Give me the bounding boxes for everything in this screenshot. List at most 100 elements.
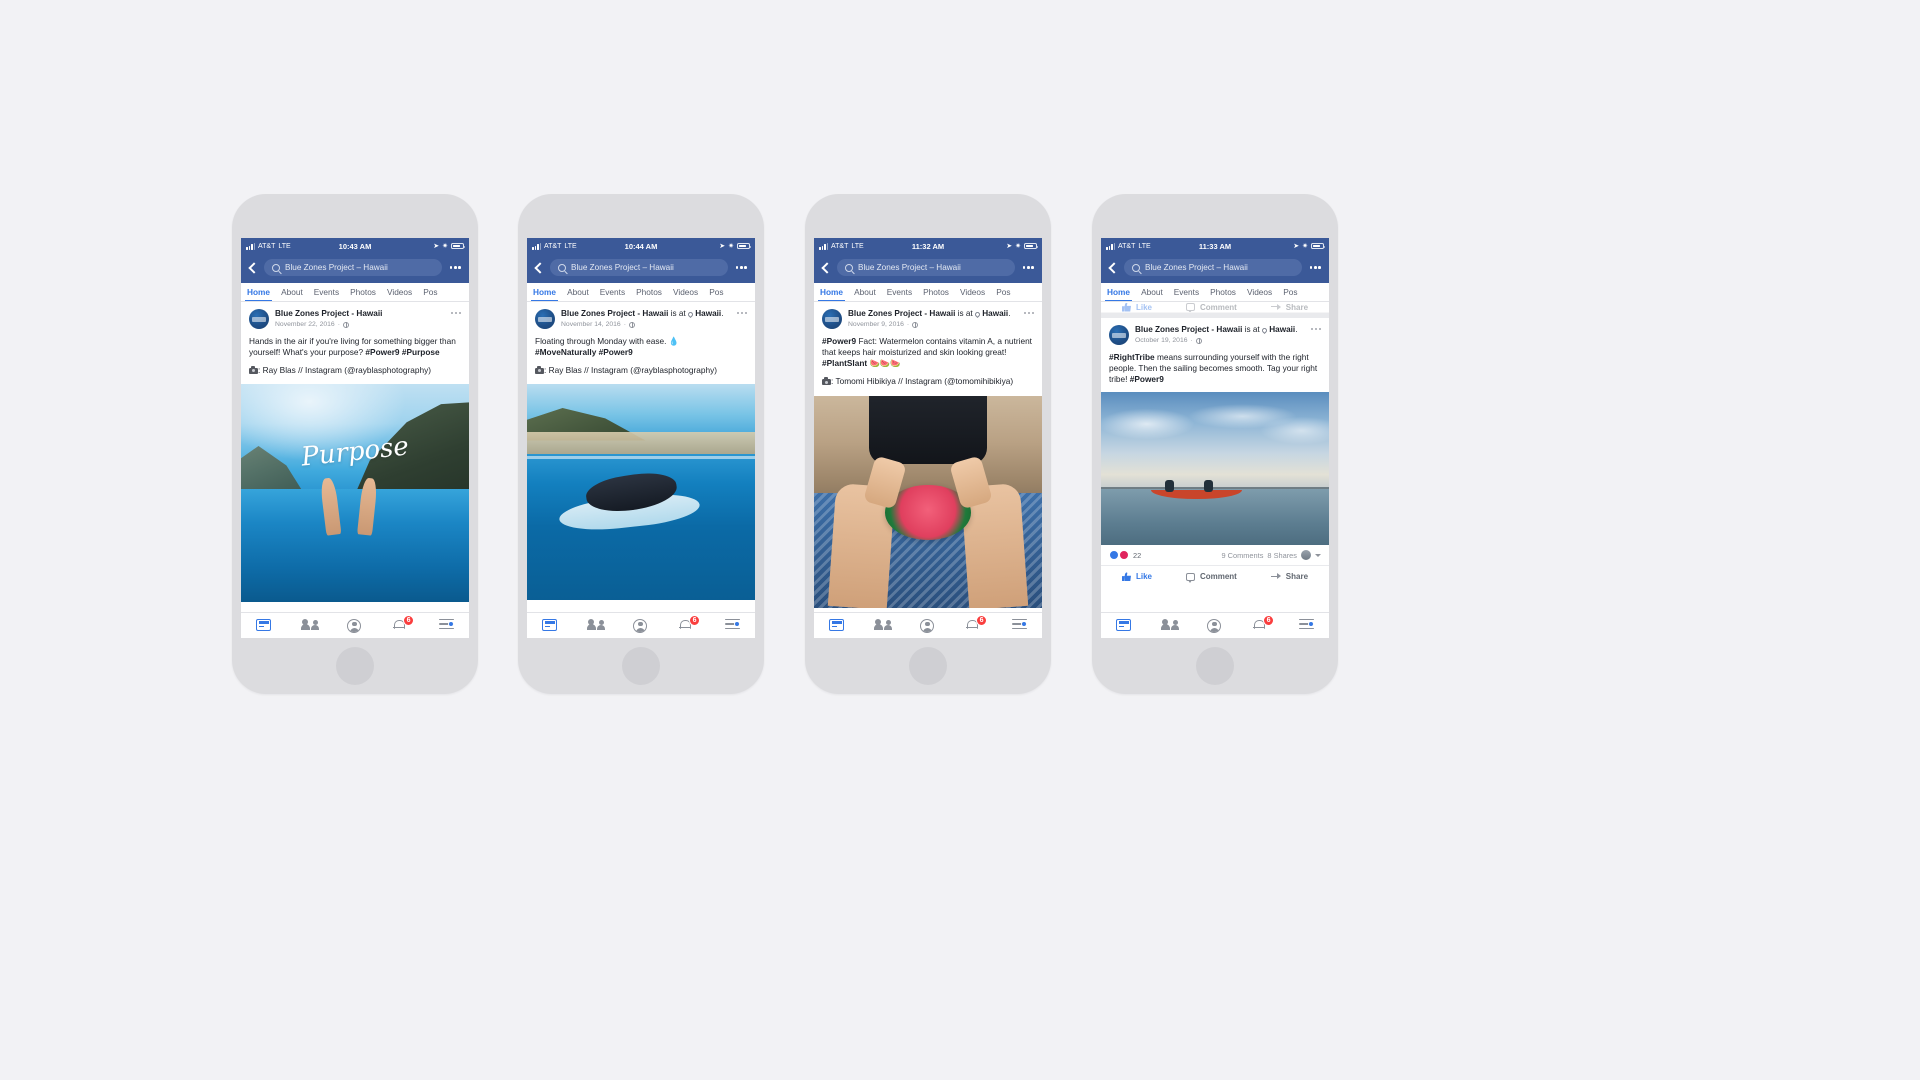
share-label: Share	[1285, 302, 1309, 312]
post-card: Blue Zones Project - Hawaii is at Hawaii…	[1101, 318, 1329, 588]
reaction-count[interactable]: 22	[1133, 551, 1141, 560]
checkin-location: Hawaii	[1269, 325, 1296, 334]
friends-icon[interactable]	[586, 618, 605, 633]
news-feed-icon[interactable]	[542, 618, 558, 633]
friends-icon[interactable]	[873, 618, 892, 633]
notifications-icon[interactable]: 6	[679, 614, 701, 633]
news-feed-icon[interactable]	[1116, 618, 1132, 633]
tab-events[interactable]: Events	[314, 283, 339, 301]
profile-icon[interactable]	[1207, 618, 1222, 633]
notifications-icon[interactable]: 6	[966, 614, 988, 633]
post-text-hashtag-2: #Power9	[1129, 374, 1164, 385]
friends-icon[interactable]	[300, 618, 319, 633]
profile-icon[interactable]	[633, 618, 648, 633]
tab-home[interactable]: Home	[244, 283, 273, 301]
post-author[interactable]: Blue Zones Project - Hawaii is at Hawaii…	[1135, 325, 1305, 336]
comment-button[interactable]: Comment	[1185, 572, 1237, 583]
post-more-icon[interactable]	[1023, 309, 1034, 330]
globe-icon	[628, 321, 635, 328]
like-button[interactable]: Like	[1121, 572, 1152, 582]
back-chevron-icon[interactable]	[820, 262, 831, 273]
tab-home[interactable]: Home	[1104, 283, 1133, 301]
tab-about[interactable]: About	[281, 283, 303, 301]
status-bar: AT&T LTE 11:33 AM ➤ ✷	[1101, 238, 1329, 254]
comment-button[interactable]: Comment	[1185, 302, 1237, 312]
tab-events[interactable]: Events	[887, 283, 912, 301]
avatar[interactable]	[535, 309, 555, 329]
search-input[interactable]: Blue Zones Project – Hawaii	[264, 259, 442, 276]
tab-photos[interactable]: Photos	[1210, 283, 1236, 301]
menu-icon[interactable]	[724, 618, 740, 633]
tab-events[interactable]: Events	[1174, 283, 1199, 301]
post-more-icon[interactable]	[450, 309, 461, 330]
tab-posts[interactable]: Pos	[996, 283, 1010, 301]
back-chevron-icon[interactable]	[533, 262, 544, 273]
share-button[interactable]: Share	[1270, 302, 1309, 312]
post-credit-text: : Tomomi Hibikiya // Instagram (@tomomih…	[831, 376, 1014, 387]
notifications-icon[interactable]: 6	[393, 614, 415, 633]
search-input[interactable]: Blue Zones Project – Hawaii	[837, 259, 1015, 276]
tab-posts[interactable]: Pos	[1283, 283, 1297, 301]
home-button[interactable]	[1196, 647, 1234, 685]
menu-icon[interactable]	[1011, 618, 1027, 633]
tab-posts[interactable]: Pos	[423, 283, 437, 301]
photo-outrigger-canoe-sunset[interactable]	[1101, 392, 1329, 546]
post-more-icon[interactable]	[736, 309, 747, 330]
bluetooth-icon: ✷	[1015, 243, 1021, 250]
chevron-down-icon[interactable]	[1315, 553, 1321, 557]
page-tabs: Home About Events Photos Videos Pos	[1101, 283, 1329, 302]
tab-about[interactable]: About	[1141, 283, 1163, 301]
comment-count[interactable]: 9 Comments	[1222, 551, 1264, 560]
avatar[interactable]	[1109, 325, 1129, 345]
menu-icon[interactable]	[438, 618, 454, 633]
tab-about[interactable]: About	[854, 283, 876, 301]
home-button[interactable]	[336, 647, 374, 685]
profile-icon[interactable]	[347, 618, 362, 633]
tab-photos[interactable]: Photos	[923, 283, 949, 301]
search-input[interactable]: Blue Zones Project – Hawaii	[550, 259, 728, 276]
post-author[interactable]: Blue Zones Project - Hawaii is at Hawaii…	[561, 309, 731, 320]
tab-videos[interactable]: Videos	[1247, 283, 1272, 301]
search-input[interactable]: Blue Zones Project – Hawaii	[1124, 259, 1302, 276]
avatar[interactable]	[249, 309, 269, 329]
status-right: ➤ ✷	[719, 242, 752, 250]
post-more-icon[interactable]	[1310, 325, 1321, 346]
notifications-icon[interactable]: 6	[1253, 614, 1275, 633]
news-feed-icon[interactable]	[829, 618, 845, 633]
more-options-icon[interactable]	[448, 266, 463, 269]
more-options-icon[interactable]	[1308, 266, 1323, 269]
home-button[interactable]	[909, 647, 947, 685]
tab-home[interactable]: Home	[530, 283, 559, 301]
post-author[interactable]: Blue Zones Project - Hawaii	[275, 309, 445, 320]
like-button[interactable]: Like	[1121, 302, 1152, 312]
back-chevron-icon[interactable]	[247, 262, 258, 273]
tab-photos[interactable]: Photos	[350, 283, 376, 301]
more-options-icon[interactable]	[734, 266, 749, 269]
photo-floating-surfboard[interactable]	[527, 384, 755, 601]
tab-photos[interactable]: Photos	[636, 283, 662, 301]
tab-videos[interactable]: Videos	[673, 283, 698, 301]
comment-label: Comment	[1199, 302, 1237, 312]
back-chevron-icon[interactable]	[1107, 262, 1118, 273]
tab-about[interactable]: About	[567, 283, 589, 301]
profile-icon[interactable]	[920, 618, 935, 633]
news-feed-icon[interactable]	[256, 618, 272, 633]
share-button[interactable]: Share	[1270, 572, 1308, 581]
tab-videos[interactable]: Videos	[960, 283, 985, 301]
menu-icon[interactable]	[1298, 618, 1314, 633]
friends-icon[interactable]	[1160, 618, 1179, 633]
avatar[interactable]	[822, 309, 842, 329]
photo-purpose-ocean-hands[interactable]: Purpose	[241, 384, 469, 603]
post-author[interactable]: Blue Zones Project - Hawaii is at Hawaii…	[848, 309, 1018, 320]
feed: Blue Zones Project - Hawaii November 22,…	[241, 302, 469, 603]
home-button[interactable]	[622, 647, 660, 685]
tab-videos[interactable]: Videos	[387, 283, 412, 301]
share-count[interactable]: 8 Shares	[1267, 551, 1297, 560]
globe-icon	[1195, 337, 1202, 344]
tab-events[interactable]: Events	[600, 283, 625, 301]
checkin-location: Hawaii	[982, 309, 1009, 318]
tab-posts[interactable]: Pos	[709, 283, 723, 301]
more-options-icon[interactable]	[1021, 266, 1036, 269]
tab-home[interactable]: Home	[817, 283, 846, 301]
photo-watermelon-beach[interactable]	[814, 395, 1042, 608]
